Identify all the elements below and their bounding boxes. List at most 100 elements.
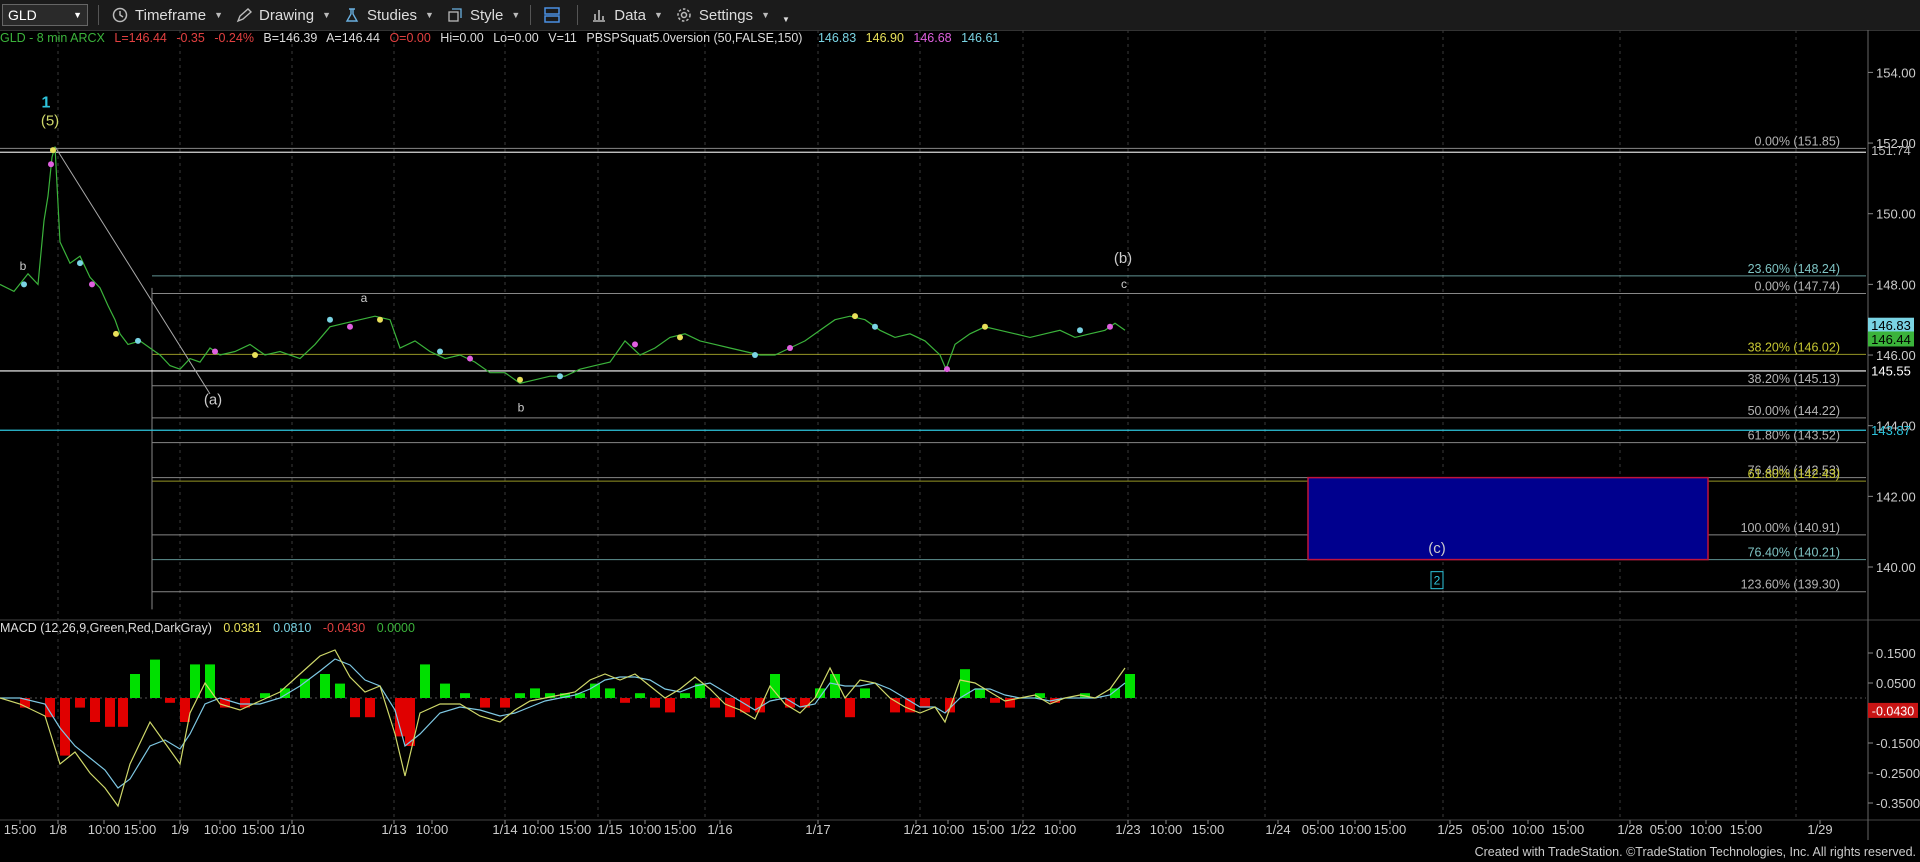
time-tick-label: 1/17 bbox=[805, 822, 830, 837]
time-tick-label: 10:00 bbox=[522, 822, 555, 837]
macd-histogram-bar bbox=[130, 674, 140, 698]
price-tag-label: 143.87 bbox=[1871, 423, 1911, 438]
fib-level-label: 123.60% (139.30) bbox=[1741, 578, 1840, 592]
time-tick-label: 1/16 bbox=[707, 822, 732, 837]
time-tick-label: 1/24 bbox=[1265, 822, 1290, 837]
macd-histogram-bar bbox=[605, 688, 615, 698]
macd-histogram-bar bbox=[975, 688, 985, 698]
time-tick-label: 05:00 bbox=[1650, 822, 1683, 837]
macd-tick-label: -0.2500 bbox=[1876, 766, 1920, 781]
time-tick-label: 10:00 bbox=[1339, 822, 1372, 837]
macd-line bbox=[0, 649, 1126, 808]
chart-header: GLD - 8 min ARCX L=146.44 -0.35 -0.24% B… bbox=[0, 31, 1005, 47]
time-tick-label: 1/22 bbox=[1010, 822, 1035, 837]
macd-histogram-bar bbox=[515, 693, 525, 698]
macd-label: MACD (12,26,9,Green,Red,DarkGray) bbox=[0, 621, 212, 635]
price-line bbox=[0, 146, 1126, 384]
time-tick-label: 1/15 bbox=[597, 822, 622, 837]
macd-histogram-bar bbox=[530, 688, 540, 698]
signal-dot bbox=[1077, 327, 1083, 334]
wave-label: c bbox=[1121, 277, 1127, 291]
price-tick-label: 150.00 bbox=[1876, 207, 1916, 222]
macd-histogram-bar bbox=[440, 683, 450, 698]
time-tick-label: 1/21 bbox=[903, 822, 928, 837]
fib-level-label: 0.00% (147.74) bbox=[1755, 280, 1840, 294]
signal-dot bbox=[21, 281, 27, 288]
time-tick-label: 05:00 bbox=[1302, 822, 1335, 837]
signal-dot bbox=[48, 161, 54, 168]
time-tick-label: 1/14 bbox=[492, 822, 517, 837]
signal-dot bbox=[517, 376, 523, 383]
study-name: PBSPSquat5.0version (50,FALSE,150) bbox=[586, 31, 803, 45]
time-tick-label: 15:00 bbox=[1192, 822, 1225, 837]
price-tag-label: 146.83 bbox=[1871, 318, 1911, 333]
macd-histogram-bar bbox=[45, 698, 55, 718]
macd-histogram-bar bbox=[620, 698, 630, 703]
time-tick-label: 1/10 bbox=[279, 822, 304, 837]
price-tag-label: 146.44 bbox=[1871, 332, 1911, 347]
signal-dot bbox=[252, 352, 258, 359]
signal-dot bbox=[50, 147, 56, 154]
time-tick-label: 10:00 bbox=[1044, 822, 1077, 837]
study-value-3: 146.68 bbox=[913, 31, 952, 45]
macd-histogram-bar bbox=[190, 664, 200, 698]
pct-change: -0.24% bbox=[214, 31, 254, 45]
macd-tick-label: 0.0500 bbox=[1876, 676, 1916, 691]
wave-label: 1 bbox=[42, 95, 51, 112]
time-tick-label: 1/29 bbox=[1807, 822, 1832, 837]
time-tick-label: 15:00 bbox=[1730, 822, 1763, 837]
macd-histogram-bar bbox=[680, 693, 690, 698]
time-tick-label: 10:00 bbox=[1512, 822, 1545, 837]
fib-level-label: 76.40% (140.21) bbox=[1748, 546, 1840, 560]
low-price: Lo=0.00 bbox=[493, 31, 539, 45]
time-tick-label: 05:00 bbox=[1472, 822, 1505, 837]
macd-histogram-bar bbox=[60, 698, 70, 756]
wave-label: b bbox=[518, 401, 525, 415]
signal-dot bbox=[77, 260, 83, 267]
macd-histogram-bar bbox=[1125, 674, 1135, 698]
wave-label: 2 bbox=[1434, 574, 1441, 588]
macd-histogram-bar bbox=[770, 674, 780, 698]
trend-line bbox=[54, 146, 211, 395]
time-tick-label: 10:00 bbox=[629, 822, 662, 837]
macd-histogram-bar bbox=[460, 693, 470, 698]
price-tick-label: 148.00 bbox=[1876, 277, 1916, 292]
macd-histogram-bar bbox=[920, 698, 930, 708]
macd-histogram-bar bbox=[710, 698, 720, 708]
net-change: -0.35 bbox=[176, 31, 205, 45]
signal-dot bbox=[327, 316, 333, 323]
time-tick-label: 10:00 bbox=[1690, 822, 1723, 837]
macd-histogram-bar bbox=[75, 698, 85, 708]
macd-histogram-bar bbox=[150, 659, 160, 698]
time-tick-label: 15:00 bbox=[559, 822, 592, 837]
macd-tick-label: 0.1500 bbox=[1876, 646, 1916, 661]
price-tag-label: 151.74 bbox=[1871, 143, 1911, 158]
symbol-descriptor: GLD - 8 min ARCX bbox=[0, 31, 105, 45]
macd-histogram-bar bbox=[845, 698, 855, 718]
macd-histogram-bar bbox=[665, 698, 675, 713]
macd-zero-value: 0.0000 bbox=[376, 621, 415, 635]
signal-dot bbox=[872, 323, 878, 330]
macd-tick-label: -0.1500 bbox=[1876, 736, 1920, 751]
macd-hist-value: -0.0430 bbox=[322, 621, 366, 635]
time-tick-label: 1/8 bbox=[49, 822, 67, 837]
last-price: L=146.44 bbox=[114, 31, 167, 45]
time-tick-label: 15:00 bbox=[4, 822, 37, 837]
time-tick-label: 1/28 bbox=[1617, 822, 1642, 837]
signal-dot bbox=[677, 334, 683, 341]
fib-level-label: 100.00% (140.91) bbox=[1741, 521, 1840, 535]
signal-dot bbox=[467, 355, 473, 362]
time-tick-label: 15:00 bbox=[1374, 822, 1407, 837]
macd-histogram-bar bbox=[118, 698, 128, 727]
price-tick-label: 154.00 bbox=[1876, 65, 1916, 80]
target-zone-box bbox=[1307, 476, 1709, 561]
price-tick-label: 142.00 bbox=[1876, 489, 1916, 504]
wave-label: a bbox=[361, 291, 368, 305]
fib-level-label: 50.00% (144.22) bbox=[1748, 404, 1840, 418]
wave-label: b bbox=[20, 259, 27, 273]
macd-histogram-bar bbox=[365, 698, 375, 718]
signal-dot bbox=[135, 337, 141, 344]
signal-dot bbox=[113, 330, 119, 337]
time-tick-label: 10:00 bbox=[1150, 822, 1183, 837]
price-chart[interactable]: 154.00152.00150.00148.00146.00144.00142.… bbox=[0, 0, 1920, 862]
